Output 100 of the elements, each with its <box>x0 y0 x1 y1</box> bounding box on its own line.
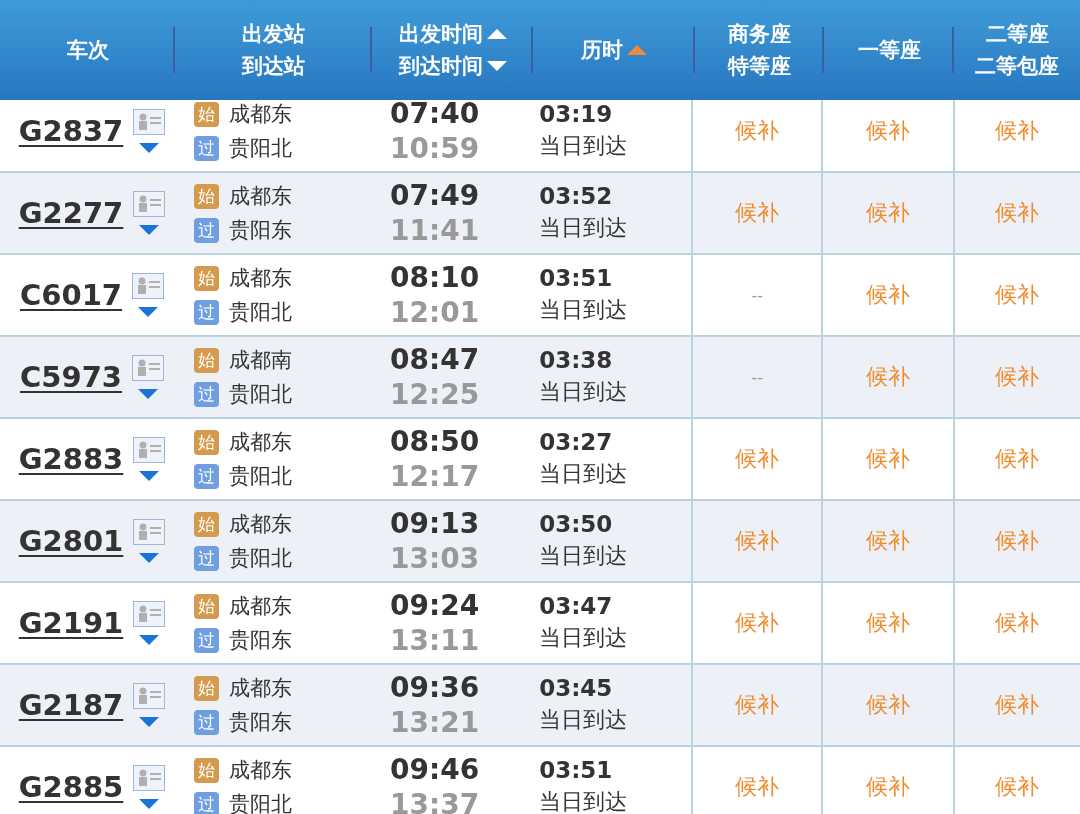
dropdown-caret-icon[interactable] <box>139 635 160 645</box>
id-card-icon[interactable] <box>133 191 166 217</box>
id-card-icon[interactable] <box>133 683 166 709</box>
waitlist-link[interactable]: 候补 <box>866 690 911 720</box>
id-card-icon[interactable] <box>132 355 164 381</box>
waitlist-link[interactable]: 候补 <box>735 526 780 556</box>
departure-time: 09:36 <box>390 671 480 704</box>
waitlist-link[interactable]: 候补 <box>995 198 1040 228</box>
train-number-link[interactable]: G2187 <box>18 688 124 722</box>
duration: 03:50 <box>539 511 613 537</box>
waitlist-link[interactable]: 候补 <box>995 690 1040 720</box>
station-badge: 过 <box>194 299 220 325</box>
waitlist-link[interactable]: 候补 <box>995 362 1040 392</box>
departure-time: 08:10 <box>390 261 480 294</box>
station-name: 成都东 <box>229 183 293 210</box>
waitlist-link[interactable]: 候补 <box>995 116 1040 146</box>
train-number-link[interactable]: G2885 <box>18 770 124 804</box>
station-badge: 始 <box>194 183 220 209</box>
waitlist-link[interactable]: 候补 <box>735 608 780 638</box>
station-name: 成都南 <box>229 347 293 374</box>
station-name: 贵阳东 <box>229 709 293 736</box>
column-header[interactable]: 车次 <box>66 36 109 64</box>
dropdown-caret-icon[interactable] <box>138 389 158 399</box>
dropdown-caret-icon[interactable] <box>138 307 158 317</box>
departure-time: 07:40 <box>390 100 480 130</box>
waitlist-link[interactable]: 候补 <box>866 526 911 556</box>
seat-status: -- <box>751 367 764 387</box>
waitlist-link[interactable]: 候补 <box>735 444 780 474</box>
waitlist-link[interactable]: 候补 <box>866 116 911 146</box>
station-badge: 过 <box>194 709 220 735</box>
duration: 03:52 <box>539 183 613 209</box>
column-header[interactable]: 历时 <box>581 36 623 64</box>
id-card-icon[interactable] <box>133 519 166 545</box>
station-badge: 过 <box>194 545 220 571</box>
waitlist-link[interactable]: 候补 <box>866 444 911 474</box>
arrival-day: 当日到达 <box>539 377 628 407</box>
duration: 03:47 <box>539 593 613 619</box>
waitlist-link[interactable]: 候补 <box>735 116 780 146</box>
train-number-link[interactable]: G2277 <box>18 196 124 230</box>
station-badge: 过 <box>194 135 220 161</box>
train-number-link[interactable]: G2837 <box>18 114 124 148</box>
departure-time: 09:13 <box>390 507 480 540</box>
train-number-link[interactable]: G2883 <box>18 442 124 476</box>
station-name: 贵阳东 <box>229 627 293 654</box>
waitlist-link[interactable]: 候补 <box>866 362 911 392</box>
column-header[interactable]: 特等座 <box>728 52 791 80</box>
station-name: 贵阳北 <box>229 791 293 814</box>
station-badge: 始 <box>194 675 220 701</box>
waitlist-link[interactable]: 候补 <box>995 444 1040 474</box>
dropdown-caret-icon[interactable] <box>139 143 160 153</box>
id-card-icon[interactable] <box>133 765 166 791</box>
station-badge: 始 <box>194 757 220 783</box>
station-name: 成都东 <box>229 429 293 456</box>
waitlist-link[interactable]: 候补 <box>735 772 780 802</box>
arrival-day: 当日到达 <box>539 213 628 243</box>
column-header[interactable]: 二等座 <box>985 20 1049 48</box>
waitlist-link[interactable]: 候补 <box>995 280 1040 310</box>
column-header[interactable]: 商务座 <box>728 20 791 48</box>
departure-time: 09:24 <box>390 589 480 622</box>
waitlist-link[interactable]: 候补 <box>735 690 780 720</box>
column-header[interactable]: 到达时间 <box>398 52 483 80</box>
column-header[interactable]: 出发站 <box>242 20 305 48</box>
station-badge: 始 <box>194 429 220 455</box>
waitlist-link[interactable]: 候补 <box>866 280 911 310</box>
train-number-link[interactable]: C5973 <box>20 360 122 394</box>
dropdown-caret-icon[interactable] <box>139 225 160 235</box>
waitlist-link[interactable]: 候补 <box>995 772 1040 802</box>
train-number-link[interactable]: C6017 <box>20 278 122 312</box>
dropdown-caret-icon[interactable] <box>139 799 160 809</box>
sort-up-icon[interactable] <box>486 29 507 39</box>
waitlist-link[interactable]: 候补 <box>735 198 780 228</box>
station-badge: 过 <box>194 381 220 407</box>
waitlist-link[interactable]: 候补 <box>995 608 1040 638</box>
dropdown-caret-icon[interactable] <box>139 717 160 727</box>
sort-down-icon[interactable] <box>486 61 507 71</box>
waitlist-link[interactable]: 候补 <box>995 526 1040 556</box>
train-number-link[interactable]: G2191 <box>18 606 124 640</box>
waitlist-link[interactable]: 候补 <box>866 772 911 802</box>
station-badge: 始 <box>194 511 220 537</box>
column-header[interactable]: 出发时间 <box>398 20 483 48</box>
station-badge: 始 <box>194 593 220 619</box>
waitlist-link[interactable]: 候补 <box>866 198 911 228</box>
column-header[interactable]: 一等座 <box>857 36 921 64</box>
train-number-link[interactable]: G2801 <box>18 524 124 558</box>
duration: 03:38 <box>539 347 613 373</box>
station-name: 贵阳北 <box>229 463 293 490</box>
dropdown-caret-icon[interactable] <box>139 553 160 563</box>
arrival-time: 13:37 <box>390 788 480 814</box>
arrival-time: 12:17 <box>390 460 480 493</box>
column-header[interactable]: 到达站 <box>242 52 305 80</box>
column-header[interactable]: 二等包座 <box>975 52 1059 80</box>
duration: 03:19 <box>539 101 613 127</box>
arrival-day: 当日到达 <box>539 459 628 489</box>
dropdown-caret-icon[interactable] <box>139 471 160 481</box>
id-card-icon[interactable] <box>133 601 166 627</box>
waitlist-link[interactable]: 候补 <box>866 608 911 638</box>
id-card-icon[interactable] <box>132 273 164 299</box>
arrival-time: 10:59 <box>390 132 480 165</box>
id-card-icon[interactable] <box>133 437 166 463</box>
id-card-icon[interactable] <box>133 109 166 135</box>
